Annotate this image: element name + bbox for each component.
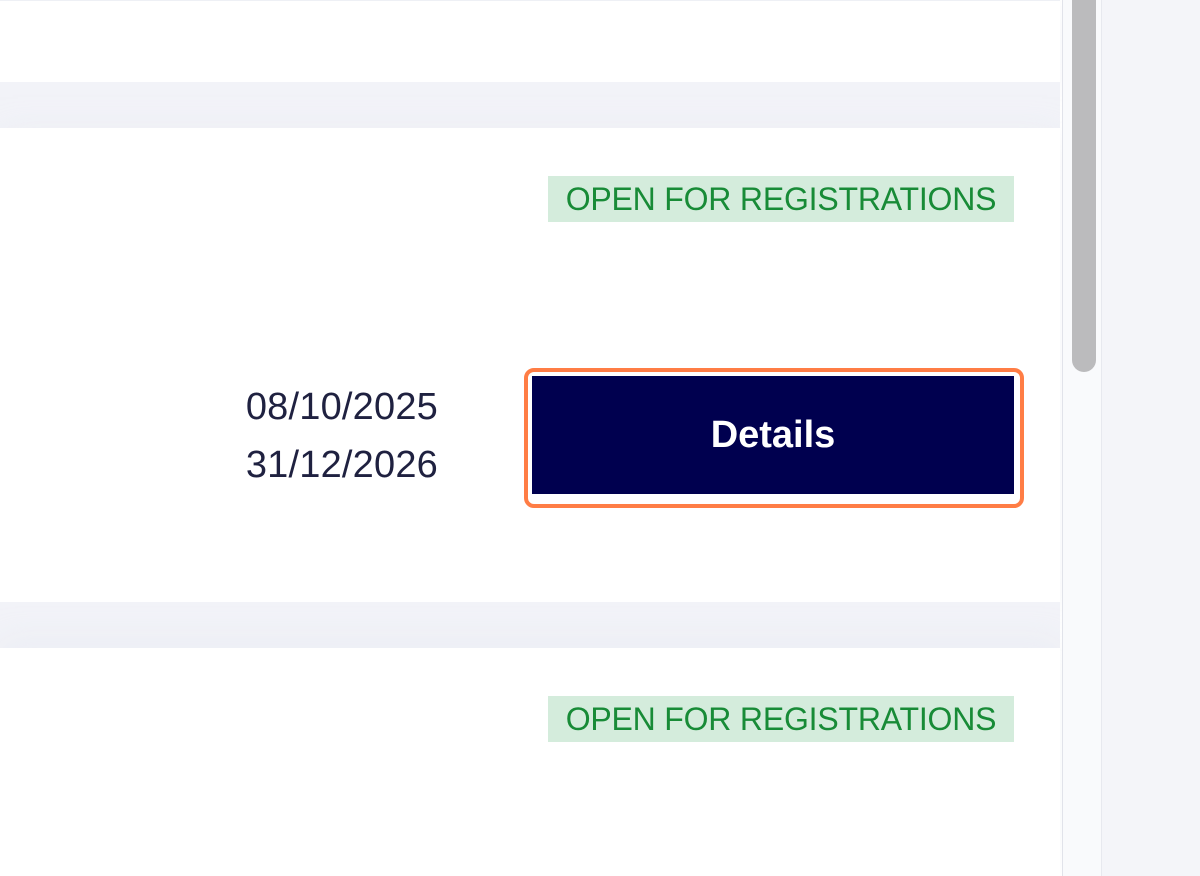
event-card-partial-top	[0, 0, 1060, 83]
vertical-scrollbar[interactable]	[1062, 0, 1102, 876]
event-card-partial-bottom: OPEN FOR REGISTRATIONS	[0, 648, 1060, 876]
start-date: 08/10/2025	[245, 386, 438, 428]
registration-list[interactable]: OPEN FOR REGISTRATIONS 08/10/2025 31/12/…	[0, 0, 1063, 876]
scrollbar-thumb[interactable]	[1072, 0, 1096, 372]
event-dates: 08/10/2025 31/12/2026	[160, 378, 438, 494]
page-background	[1102, 0, 1200, 876]
app-viewport: OPEN FOR REGISTRATIONS 08/10/2025 31/12/…	[0, 0, 1200, 876]
details-button[interactable]: Details	[532, 376, 1014, 494]
status-badge: OPEN FOR REGISTRATIONS	[548, 696, 1014, 742]
status-badge: OPEN FOR REGISTRATIONS	[548, 176, 1014, 222]
card-spacer	[0, 82, 1060, 128]
card-spacer	[0, 602, 1060, 648]
event-card: OPEN FOR REGISTRATIONS 08/10/2025 31/12/…	[0, 128, 1060, 602]
end-date: 31/12/2026	[245, 444, 438, 486]
